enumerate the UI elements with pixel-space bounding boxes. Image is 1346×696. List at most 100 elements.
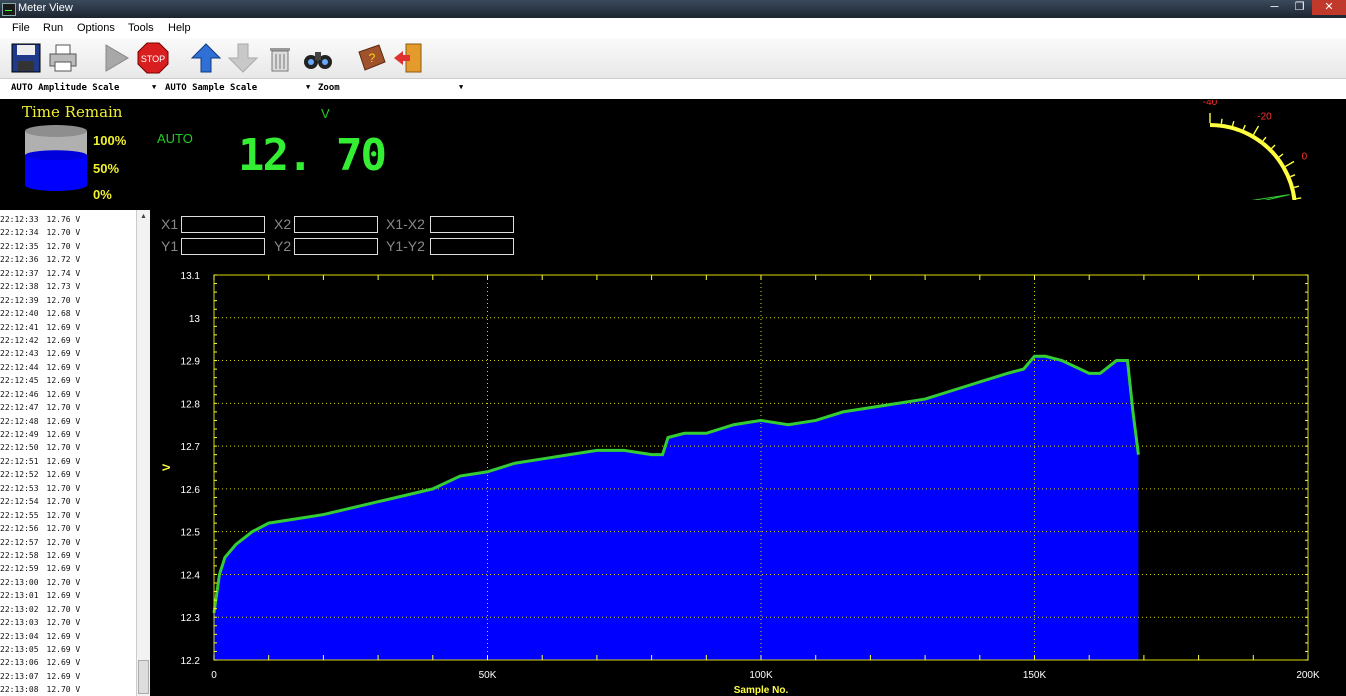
log-row[interactable]: 22:12:47 12.70 V — [0, 401, 136, 414]
log-row[interactable]: 22:12:59 12.69 V — [0, 562, 136, 575]
log-row[interactable]: 22:12:57 12.70 V — [0, 536, 136, 549]
log-row[interactable]: 22:12:35 12.70 V — [0, 240, 136, 253]
minimize-button[interactable]: ─ — [1262, 0, 1287, 15]
log-row[interactable]: 22:13:03 12.70 V — [0, 616, 136, 629]
log-value: 12.69 V — [46, 362, 81, 372]
log-row[interactable]: 22:12:43 12.69 V — [0, 347, 136, 360]
amplitude-scale-select[interactable]: AUTO Amplitude Scale — [11, 83, 119, 93]
help-book-icon[interactable]: ? — [355, 42, 387, 74]
log-row[interactable]: 22:12:42 12.69 V — [0, 334, 136, 347]
log-row[interactable]: 22:12:52 12.69 V — [0, 468, 136, 481]
menu-options[interactable]: Options — [77, 22, 115, 34]
log-row[interactable]: 22:12:49 12.69 V — [0, 428, 136, 441]
cursor-y1-field[interactable] — [181, 238, 265, 255]
log-time: 22:12:44 — [0, 362, 39, 372]
cursor-xdiff-field[interactable] — [430, 216, 514, 233]
log-row[interactable]: 22:12:34 12.70 V — [0, 226, 136, 239]
chevron-down-icon[interactable]: ▼ — [306, 83, 310, 91]
log-row[interactable]: 22:12:54 12.70 V — [0, 495, 136, 508]
cursor-xdiff-label: X1-X2 — [386, 216, 425, 232]
menu-file[interactable]: File — [12, 22, 30, 34]
log-row[interactable]: 22:13:00 12.70 V — [0, 576, 136, 589]
log-row[interactable]: 22:12:58 12.69 V — [0, 549, 136, 562]
menu-help[interactable]: Help — [168, 22, 191, 34]
play-icon[interactable] — [100, 42, 132, 74]
log-scrollbar[interactable]: ▲ — [136, 210, 150, 696]
log-row[interactable]: 22:12:38 12.73 V — [0, 280, 136, 293]
gauge-tick — [1262, 136, 1267, 142]
log-row[interactable]: 22:13:01 12.69 V — [0, 589, 136, 602]
scale-bar: AUTO Amplitude Scale ▼ AUTO Sample Scale… — [0, 79, 1346, 99]
log-row[interactable]: 22:12:53 12.70 V — [0, 482, 136, 495]
log-value: 12.70 V — [46, 577, 81, 587]
log-value: 12.69 V — [46, 335, 81, 345]
exit-door-icon[interactable] — [392, 42, 424, 74]
x-tick-label: 0 — [211, 670, 217, 681]
binoculars-icon[interactable] — [302, 42, 334, 74]
zoom-select[interactable]: Zoom — [318, 83, 340, 93]
log-time: 22:12:51 — [0, 456, 39, 466]
chevron-down-icon[interactable]: ▼ — [152, 83, 156, 91]
close-button[interactable]: ✕ — [1312, 0, 1346, 15]
log-row[interactable]: 22:13:08 12.70 V — [0, 683, 136, 696]
chevron-down-icon[interactable]: ▼ — [459, 83, 463, 91]
menu-run[interactable]: Run — [43, 22, 63, 34]
cursor-x1-field[interactable] — [181, 216, 265, 233]
gauge-arc — [1209, 123, 1297, 200]
gauge-tick-label: -20 — [1257, 112, 1272, 123]
trash-can-icon[interactable] — [264, 42, 296, 74]
floppy-disk-icon[interactable] — [10, 42, 42, 74]
toolbar: STOP ? — [0, 38, 1346, 79]
log-row[interactable]: 22:12:56 12.70 V — [0, 522, 136, 535]
log-row[interactable]: 22:13:04 12.69 V — [0, 630, 136, 643]
log-value: 12.70 V — [46, 483, 81, 493]
log-value: 12.69 V — [46, 430, 81, 439]
voltage-chart[interactable]: 12.2 12.3 12.4 12.5 12.6 12.7 12.8 12.9 13 13.1 0 5… — [150, 262, 1346, 696]
cursor-ydiff-field[interactable] — [430, 238, 514, 255]
log-row[interactable]: 22:12:51 12.69 V — [0, 455, 136, 468]
log-row[interactable]: 22:13:05 12.69 V — [0, 643, 136, 656]
log-row[interactable]: 22:13:07 12.69 V — [0, 670, 136, 683]
log-value: 12.70 V — [46, 228, 81, 238]
log-row[interactable]: 22:12:40 12.68 V — [0, 307, 136, 320]
log-time: 22:12:56 — [0, 524, 39, 534]
log-value: 12.69 V — [46, 658, 81, 668]
reading-log-list[interactable]: 22:12:33 12.76 V 22:12:34 12.70 V 22:12:35 12… — [0, 213, 136, 696]
log-row[interactable]: 22:12:41 12.69 V — [0, 321, 136, 334]
log-value: 12.76 V — [46, 215, 81, 224]
log-row[interactable]: 22:12:46 12.69 V — [0, 388, 136, 401]
log-row[interactable]: 22:12:36 12.72 V — [0, 253, 136, 266]
sample-scale-select[interactable]: AUTO Sample Scale — [165, 83, 257, 93]
log-row[interactable]: 22:12:50 12.70 V — [0, 441, 136, 454]
arrow-down-icon[interactable] — [227, 42, 259, 74]
menu-tools[interactable]: Tools — [128, 22, 154, 34]
cursor-x2-field[interactable] — [294, 216, 378, 233]
maximize-button[interactable]: ❐ — [1287, 0, 1312, 15]
log-row[interactable]: 22:12:39 12.70 V — [0, 294, 136, 307]
scroll-thumb[interactable] — [138, 660, 149, 694]
log-value: 12.70 V — [46, 524, 81, 534]
y-tick-label: 12.8 — [181, 399, 201, 410]
x-axis-label: Sample No. — [734, 685, 789, 696]
log-row[interactable]: 22:12:55 12.70 V — [0, 509, 136, 522]
log-row[interactable]: 22:13:06 12.69 V — [0, 656, 136, 669]
cursor-y1-label: Y1 — [161, 238, 179, 254]
menu-bar: File Run Options Tools Help — [0, 18, 1346, 38]
log-row[interactable]: 22:12:48 12.69 V — [0, 415, 136, 428]
log-value: 12.69 V — [46, 349, 81, 359]
range-mode-label: AUTO — [157, 131, 193, 146]
level-0-label: 0% — [93, 187, 112, 202]
printer-icon[interactable] — [47, 42, 79, 74]
log-row[interactable]: 22:12:44 12.69 V — [0, 361, 136, 374]
log-row[interactable]: 22:13:02 12.70 V — [0, 603, 136, 616]
unit-label: V — [321, 106, 330, 121]
log-time: 22:12:34 — [0, 228, 39, 238]
log-row[interactable]: 22:12:33 12.76 V — [0, 213, 136, 226]
log-row[interactable]: 22:12:45 12.69 V — [0, 374, 136, 387]
arrow-up-icon[interactable] — [190, 42, 222, 74]
gauge-tick — [1252, 125, 1260, 136]
cursor-y2-field[interactable] — [294, 238, 378, 255]
stop-button[interactable]: STOP — [137, 42, 169, 74]
log-row[interactable]: 22:12:37 12.74 V — [0, 267, 136, 280]
scroll-up-icon[interactable]: ▲ — [140, 213, 147, 220]
